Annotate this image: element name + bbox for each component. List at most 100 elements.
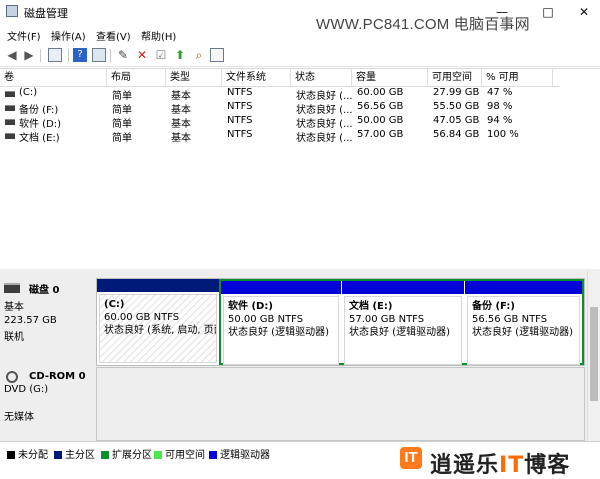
cd-icon (6, 371, 18, 383)
volume-percent-free: 98 % (487, 101, 513, 112)
partition-size: 56.56 GB NTFS (472, 314, 548, 325)
volume-percent-free: 47 % (487, 87, 513, 98)
help-icon[interactable]: ? (73, 48, 87, 62)
volume-name: 软件 (D:) (19, 119, 62, 130)
menu-file[interactable]: 文件(F) (7, 28, 41, 43)
column-header-free-space[interactable]: 可用空间 (428, 69, 482, 86)
brand-text: 逍遥乐IT博客 (430, 453, 571, 478)
legend-primary: 主分区 (54, 446, 95, 461)
window-icon[interactable] (210, 48, 224, 62)
properties-icon[interactable] (92, 48, 106, 62)
vertical-scrollbar[interactable] (587, 271, 600, 441)
partition-status: 状态良好 (系统, 启动, 页面 (104, 325, 217, 336)
volume-free-space: 47.05 GB (433, 115, 480, 126)
menu-view[interactable]: 查看(V) (96, 28, 131, 43)
cdrom-status: 无媒体 (4, 412, 34, 423)
legend-swatch (7, 451, 15, 459)
volume-percent-free: 100 % (487, 129, 519, 140)
scrollbar-thumb[interactable] (590, 307, 598, 401)
forward-arrow-icon[interactable]: ▶ (22, 48, 36, 62)
brand-logo: IT 逍遥乐IT博客 (400, 443, 600, 478)
volume-layout: 简单 (112, 119, 132, 130)
partition-name: 软件 (D:) (228, 301, 273, 312)
logical-drive-bar (465, 281, 582, 294)
column-header-filesystem[interactable]: 文件系统 (222, 69, 291, 86)
title-bar: 磁盘管理 WWW.PC841.COM 电脑百事网 — □ ✕ (0, 0, 600, 33)
partition-c-details: (C:) 60.00 GB NTFS 状态良好 (系统, 启动, 页面 (99, 294, 217, 363)
delete-icon[interactable]: ✕ (135, 48, 149, 62)
partition-d[interactable]: 软件 (D:) 50.00 GB NTFS 状态良好 (逻辑驱动器) (221, 281, 341, 367)
legend-swatch (209, 451, 217, 459)
volume-status: 状态良好 (... (296, 133, 353, 144)
disk-0-partition-map: (C:) 60.00 GB NTFS 状态良好 (系统, 启动, 页面 软件 (… (96, 278, 585, 366)
volume-name: (C:) (19, 87, 38, 98)
cdrom-panel (96, 367, 585, 441)
volume-type: 基本 (171, 119, 191, 130)
cdrom-name: CD-ROM 0 (29, 371, 86, 382)
legend-swatch (154, 451, 162, 459)
volume-layout: 简单 (112, 133, 132, 144)
connect-icon[interactable]: ✎ (116, 48, 130, 62)
it-logo-icon: IT (400, 447, 422, 469)
window-title: 磁盘管理 (24, 7, 68, 20)
menu-bar: 文件(F) 操作(A) 查看(V) 帮助(H) (0, 27, 600, 43)
partition-d-details: 软件 (D:) 50.00 GB NTFS 状态良好 (逻辑驱动器) (223, 296, 339, 365)
partition-name: 文档 (E:) (349, 301, 393, 312)
search-icon[interactable]: ⌕ (192, 48, 206, 62)
partition-c[interactable]: (C:) 60.00 GB NTFS 状态良好 (系统, 启动, 页面 (97, 279, 219, 365)
volume-free-space: 56.84 GB (433, 129, 480, 140)
back-arrow-icon[interactable]: ◀ (5, 48, 19, 62)
column-header-type[interactable]: 类型 (166, 69, 222, 86)
partition-e[interactable]: 文档 (E:) 57.00 GB NTFS 状态良好 (逻辑驱动器) (342, 281, 464, 367)
legend-free-space: 可用空间 (154, 446, 205, 461)
partition-size: 60.00 GB NTFS (104, 312, 180, 323)
volume-layout: 简单 (112, 105, 132, 116)
disk-icon (4, 283, 20, 293)
check-icon[interactable]: ☑ (154, 48, 168, 62)
volume-row[interactable]: (C:) 简单 基本 NTFS 状态良好 (... 60.00 GB 27.99… (0, 87, 560, 102)
toolbar-separator (40, 49, 41, 62)
legend-logical-drive: 逻辑驱动器 (209, 446, 270, 461)
up-icon[interactable]: ⬆ (173, 48, 187, 62)
partition-status: 状态良好 (逻辑驱动器) (228, 327, 329, 338)
menu-help[interactable]: 帮助(H) (141, 28, 176, 43)
cdrom-0-label: CD-ROM 0 DVD (G:) 无媒体 (4, 371, 93, 423)
volume-status: 状态良好 (... (296, 91, 353, 102)
volume-capacity: 50.00 GB (357, 115, 404, 126)
volume-row[interactable]: 备份 (F:) 简单 基本 NTFS 状态良好 (... 56.56 GB 55… (0, 101, 560, 116)
volume-name: 备份 (F:) (19, 105, 59, 116)
column-header-percent-free[interactable]: % 可用 (482, 69, 553, 86)
partition-f[interactable]: 备份 (F:) 56.56 GB NTFS 状态良好 (逻辑驱动器) (465, 281, 582, 367)
volume-status: 状态良好 (... (296, 105, 353, 116)
volume-row[interactable]: 软件 (D:) 简单 基本 NTFS 状态良好 (... 50.00 GB 47… (0, 115, 560, 130)
volume-row[interactable]: 文档 (E:) 简单 基本 NTFS 状态良好 (... 57.00 GB 56… (0, 129, 560, 144)
menu-action[interactable]: 操作(A) (51, 28, 86, 43)
drive-icon (5, 105, 15, 111)
panel-icon[interactable] (48, 48, 62, 62)
legend-unallocated: 未分配 (7, 446, 48, 461)
volume-name: 文档 (E:) (19, 133, 60, 144)
legend-extended: 扩展分区 (101, 446, 152, 461)
partition-name: 备份 (F:) (472, 301, 515, 312)
disk-0-type: 基本 (4, 302, 24, 313)
minimize-button[interactable]: — (492, 4, 512, 20)
column-header-status[interactable]: 状态 (291, 69, 352, 86)
column-header-volume[interactable]: 卷 (0, 69, 107, 86)
volume-status: 状态良好 (... (296, 119, 353, 130)
column-header-capacity[interactable]: 容量 (352, 69, 428, 86)
volume-free-space: 27.99 GB (433, 87, 480, 98)
volume-filesystem: NTFS (227, 129, 253, 140)
volume-type: 基本 (171, 105, 191, 116)
toolbar: ◀ ▶ ? ✎ ✕ ☑ ⬆ ⌕ (0, 44, 600, 67)
disk-0-size: 223.57 GB (4, 315, 57, 326)
disk-0-status: 联机 (4, 332, 24, 343)
maximize-button[interactable]: □ (538, 4, 558, 20)
partition-size: 57.00 GB NTFS (349, 314, 425, 325)
partition-size: 50.00 GB NTFS (228, 314, 304, 325)
extended-partition: 软件 (D:) 50.00 GB NTFS 状态良好 (逻辑驱动器) 文档 (E… (219, 279, 584, 365)
toolbar-separator (110, 49, 111, 62)
drive-icon (5, 133, 15, 139)
close-button[interactable]: ✕ (574, 4, 594, 20)
column-header-layout[interactable]: 布局 (107, 69, 166, 86)
legend-swatch (101, 451, 109, 459)
